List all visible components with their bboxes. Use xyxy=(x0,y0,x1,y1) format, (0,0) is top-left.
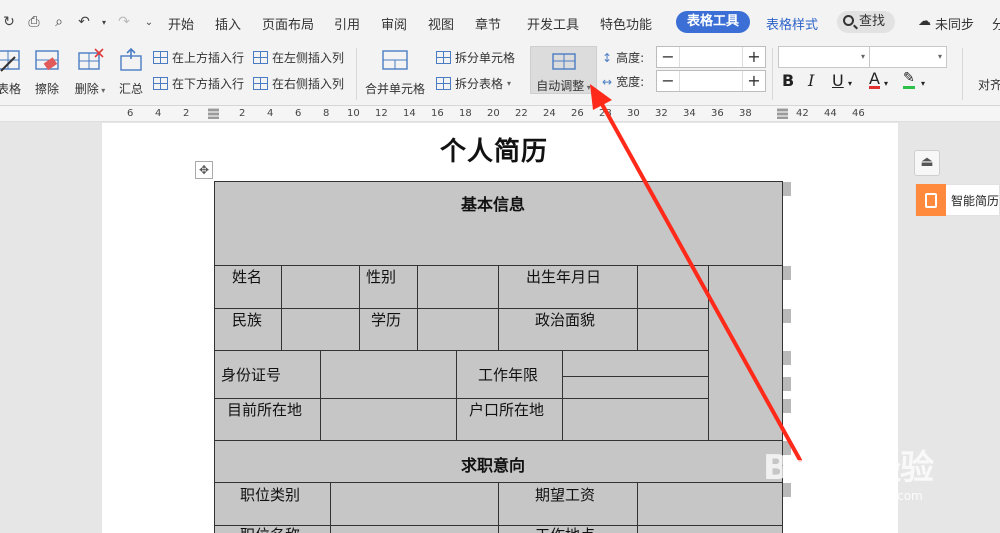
baidu-watermark-url: jingyan.baidu.com xyxy=(812,489,923,503)
baidu-watermark: Baidu经验 xyxy=(763,448,934,488)
